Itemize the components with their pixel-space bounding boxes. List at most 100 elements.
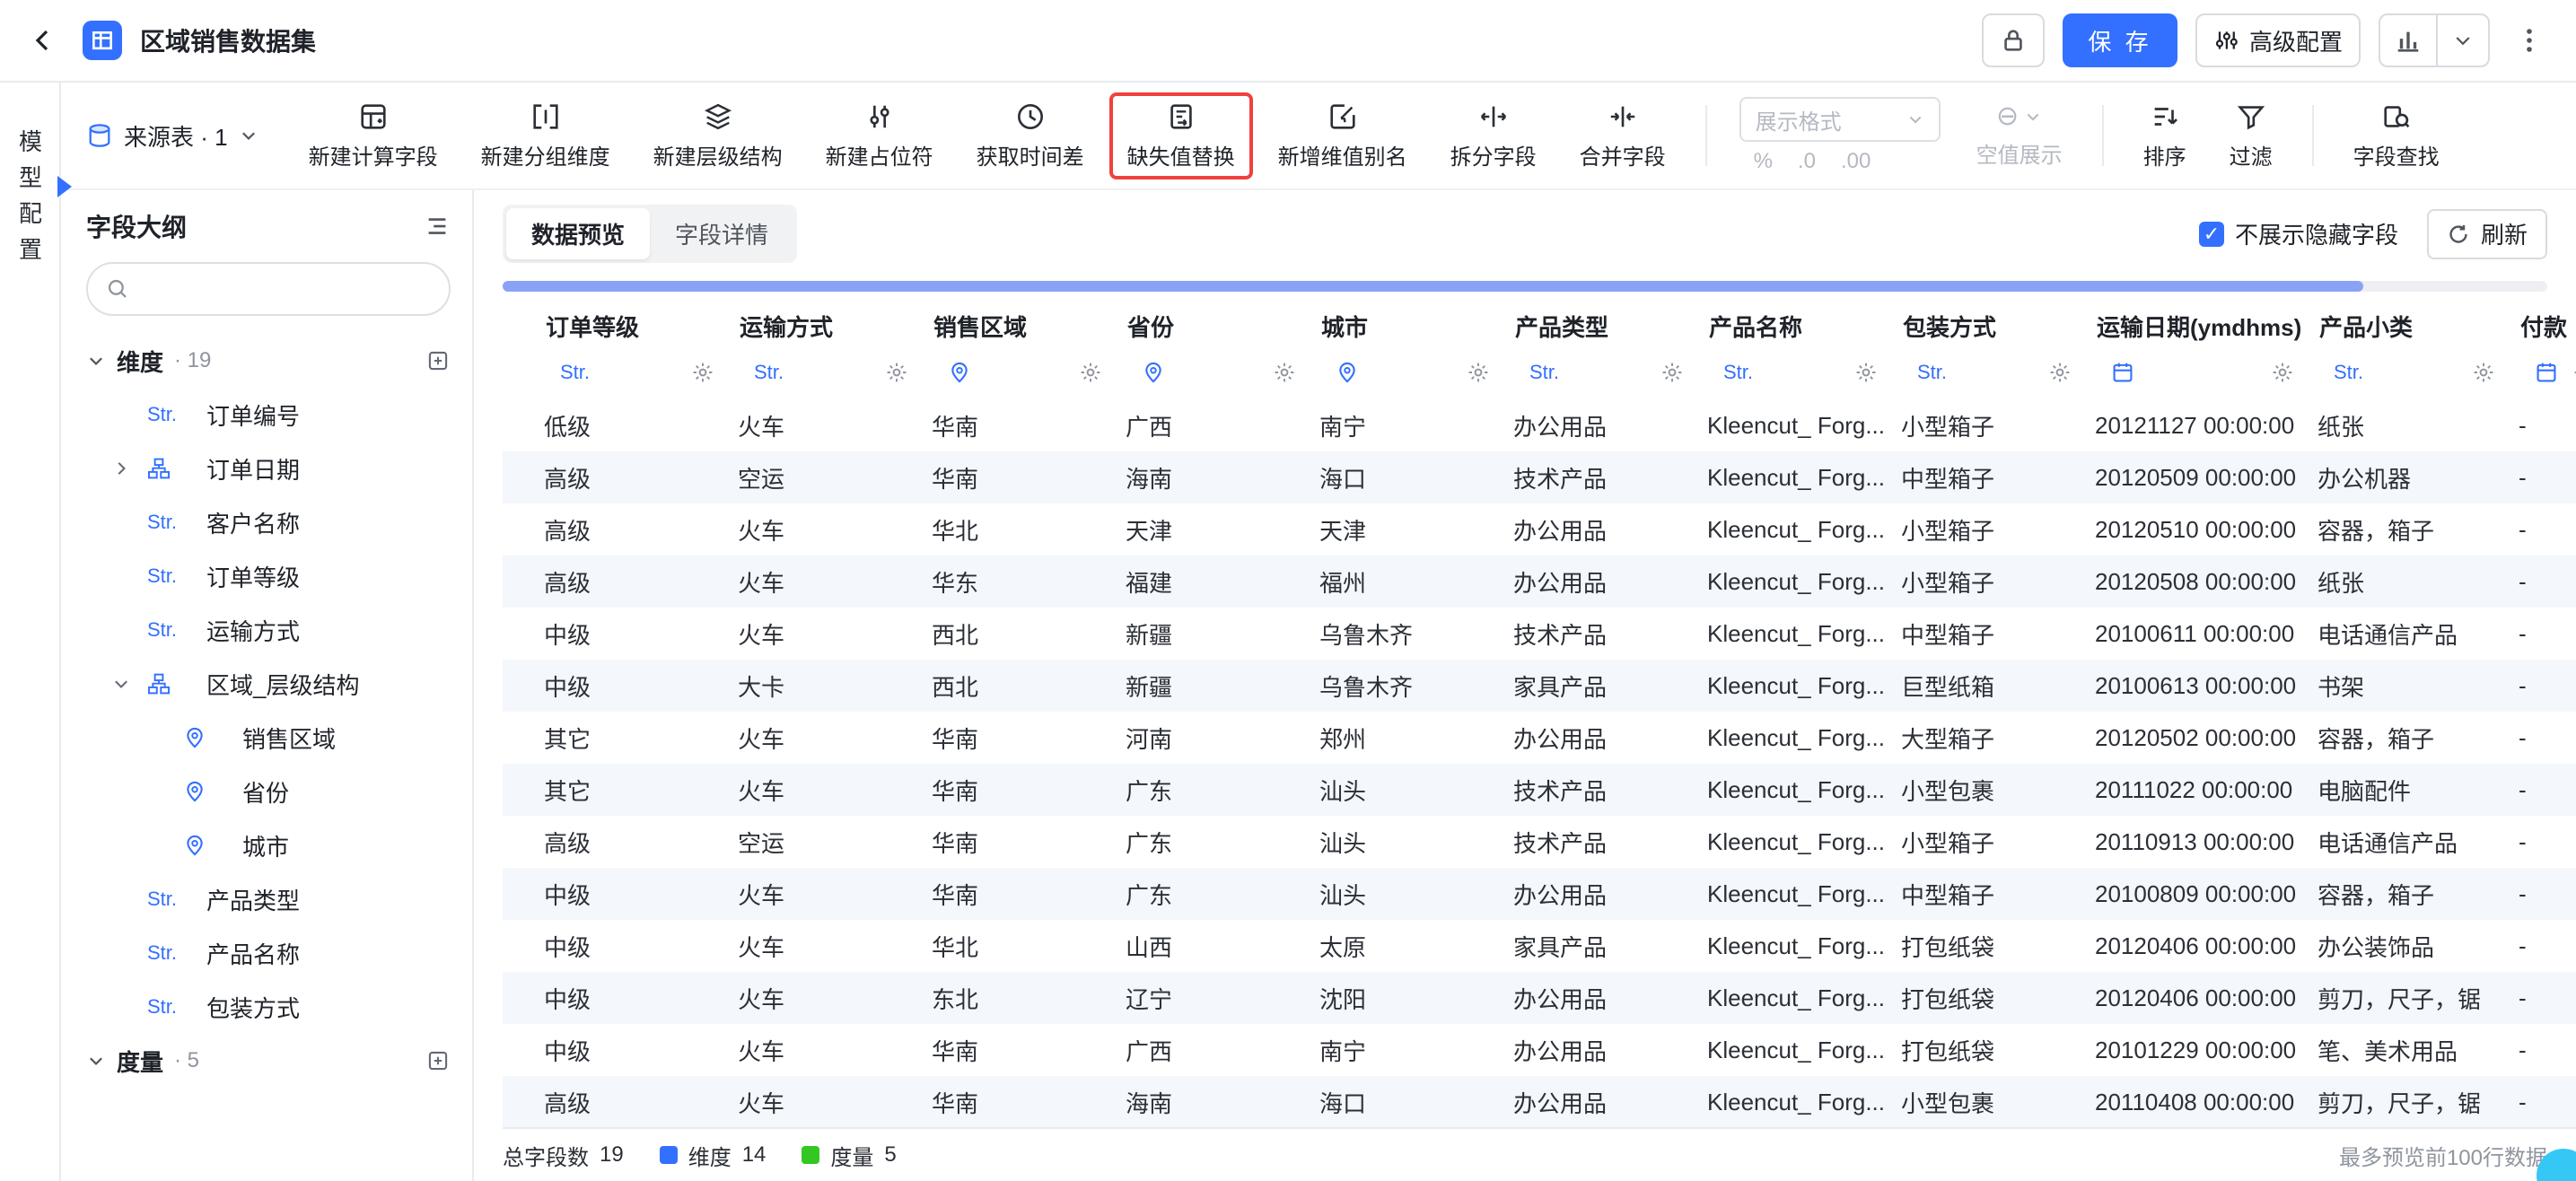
column-header[interactable]: 城市 — [1303, 302, 1497, 346]
table-cell[interactable]: 容器，箱子 — [2300, 513, 2501, 547]
table-cell[interactable]: - — [2501, 828, 2576, 856]
table-cell[interactable]: 大型箱子 — [1883, 722, 2077, 755]
dimension-field-item[interactable]: 订单日期 — [86, 442, 451, 495]
table-cell[interactable]: 火车 — [720, 565, 914, 599]
gear-icon[interactable] — [2572, 361, 2576, 384]
table-cell[interactable]: Kleencut_ Forg... — [1689, 412, 1883, 440]
new-group-dimension-button[interactable]: 新建分组维度 — [463, 92, 628, 179]
tab-field-details[interactable]: 字段详情 — [650, 208, 793, 259]
table-cell[interactable]: 办公用品 — [1495, 1086, 1689, 1119]
table-cell[interactable]: 火车 — [720, 409, 914, 442]
table-cell[interactable]: - — [2501, 672, 2576, 700]
table-cell[interactable]: Kleencut_ Forg... — [1689, 932, 1883, 960]
table-cell[interactable]: 沈阳 — [1301, 982, 1495, 1015]
table-cell[interactable]: 技术产品 — [1495, 774, 1689, 807]
table-cell[interactable]: 华南 — [914, 461, 1108, 494]
table-cell[interactable]: 华南 — [914, 409, 1108, 442]
table-cell[interactable]: 南宁 — [1301, 1034, 1495, 1067]
table-cell[interactable]: 家具产品 — [1495, 930, 1689, 963]
table-cell[interactable]: 广东 — [1108, 774, 1301, 807]
dimension-field-item[interactable]: Str.客户名称 — [86, 495, 451, 549]
table-cell[interactable]: Kleencut_ Forg... — [1689, 880, 1883, 908]
gear-icon[interactable] — [1467, 361, 1490, 384]
measures-section-header[interactable]: 度量 · 5 — [86, 1034, 451, 1088]
table-cell[interactable]: - — [2501, 568, 2576, 596]
table-cell[interactable]: 火车 — [720, 878, 914, 911]
table-cell[interactable]: 大卡 — [720, 669, 914, 703]
split-field-button[interactable]: 拆分字段 — [1433, 92, 1555, 179]
table-cell[interactable]: - — [2501, 464, 2576, 492]
percent-format-button[interactable]: % — [1754, 149, 1773, 174]
more-menu-button[interactable] — [2508, 19, 2551, 62]
table-cell[interactable]: 火车 — [720, 513, 914, 547]
column-header[interactable]: 运输方式 — [722, 302, 916, 346]
table-cell[interactable]: 20120406 00:00:00 — [2077, 984, 2300, 1012]
time-diff-button[interactable]: 获取时间差 — [959, 92, 1102, 179]
table-cell[interactable]: 家具产品 — [1495, 669, 1689, 703]
table-cell[interactable]: 火车 — [720, 1034, 914, 1067]
table-cell[interactable]: Kleencut_ Forg... — [1689, 672, 1883, 700]
table-cell[interactable]: Kleencut_ Forg... — [1689, 516, 1883, 544]
table-cell[interactable]: 高级 — [526, 565, 720, 599]
table-cell[interactable]: 海口 — [1301, 461, 1495, 494]
table-cell[interactable]: 华南 — [914, 1086, 1108, 1119]
table-cell[interactable]: Kleencut_ Forg... — [1689, 724, 1883, 752]
table-cell[interactable]: 20120406 00:00:00 — [2077, 932, 2300, 960]
table-cell[interactable]: 高级 — [526, 513, 720, 547]
table-cell[interactable]: 低级 — [526, 409, 720, 442]
dimension-field-item[interactable]: Str.产品名称 — [86, 926, 451, 980]
new-placeholder-button[interactable]: 新建占位符 — [808, 92, 951, 179]
table-cell[interactable]: 华北 — [914, 930, 1108, 963]
table-cell[interactable]: 广西 — [1108, 1034, 1301, 1067]
table-cell[interactable]: 技术产品 — [1495, 826, 1689, 859]
column-header[interactable]: 产品名称 — [1691, 302, 1885, 346]
gear-icon[interactable] — [885, 361, 908, 384]
table-cell[interactable]: 办公装饰品 — [2300, 930, 2501, 963]
table-cell[interactable]: 火车 — [720, 930, 914, 963]
table-cell[interactable]: 火车 — [720, 982, 914, 1015]
dimension-field-item[interactable]: Str.包装方式 — [86, 980, 451, 1034]
table-cell[interactable]: 西北 — [914, 617, 1108, 651]
table-cell[interactable]: 汕头 — [1301, 826, 1495, 859]
gear-icon[interactable] — [2271, 361, 2294, 384]
chevron-down-icon[interactable] — [111, 674, 135, 694]
table-cell[interactable]: - — [2501, 776, 2576, 804]
column-header[interactable]: 运输日期(ymdhms) — [2079, 302, 2301, 346]
table-cell[interactable]: 海南 — [1108, 1086, 1301, 1119]
table-cell[interactable]: Kleencut_ Forg... — [1689, 828, 1883, 856]
table-cell[interactable]: 天津 — [1108, 513, 1301, 547]
display-format-select[interactable]: 展示格式 — [1739, 97, 1941, 142]
table-cell[interactable]: 其它 — [526, 722, 720, 755]
add-value-alias-button[interactable]: 新增维值别名 — [1260, 92, 1425, 179]
table-cell[interactable]: 其它 — [526, 774, 720, 807]
table-cell[interactable]: 空运 — [720, 461, 914, 494]
table-cell[interactable]: 小型包裹 — [1883, 1086, 2077, 1119]
column-header[interactable]: 销售区域 — [916, 302, 1109, 346]
table-cell[interactable]: 华南 — [914, 1034, 1108, 1067]
hide-hidden-fields-checkbox-group[interactable]: ✓ 不展示隐藏字段 — [2199, 217, 2398, 250]
table-cell[interactable]: 20120502 00:00:00 — [2077, 724, 2300, 752]
merge-field-button[interactable]: 合并字段 — [1562, 92, 1684, 179]
table-cell[interactable]: 海南 — [1108, 461, 1301, 494]
advanced-config-button[interactable]: 高级配置 — [2195, 13, 2361, 67]
column-header[interactable]: 订单等级 — [528, 302, 722, 346]
gear-icon[interactable] — [2048, 361, 2072, 384]
table-cell[interactable]: 中型箱子 — [1883, 878, 2077, 911]
column-header[interactable]: 产品类型 — [1497, 302, 1691, 346]
panel-expand-arrow-icon[interactable] — [57, 176, 72, 197]
table-cell[interactable]: 中级 — [526, 617, 720, 651]
table-cell[interactable]: 20111022 00:00:00 — [2077, 776, 2300, 804]
table-cell[interactable]: 火车 — [720, 1086, 914, 1119]
new-hierarchy-button[interactable]: 新建层级结构 — [635, 92, 801, 179]
table-cell[interactable]: 中级 — [526, 669, 720, 703]
column-header[interactable]: 付款 — [2502, 302, 2576, 346]
table-cell[interactable]: 纸张 — [2300, 565, 2501, 599]
table-cell[interactable]: 20120509 00:00:00 — [2077, 464, 2300, 492]
table-cell[interactable]: 20110913 00:00:00 — [2077, 828, 2300, 856]
table-cell[interactable]: 20100613 00:00:00 — [2077, 672, 2300, 700]
table-cell[interactable]: 笔、美术用品 — [2300, 1034, 2501, 1067]
table-cell[interactable]: 华南 — [914, 722, 1108, 755]
table-cell[interactable]: 电话通信产品 — [2300, 617, 2501, 651]
filter-button[interactable]: 过滤 — [2212, 92, 2291, 179]
field-search-button[interactable]: 字段查找 — [2335, 92, 2458, 179]
